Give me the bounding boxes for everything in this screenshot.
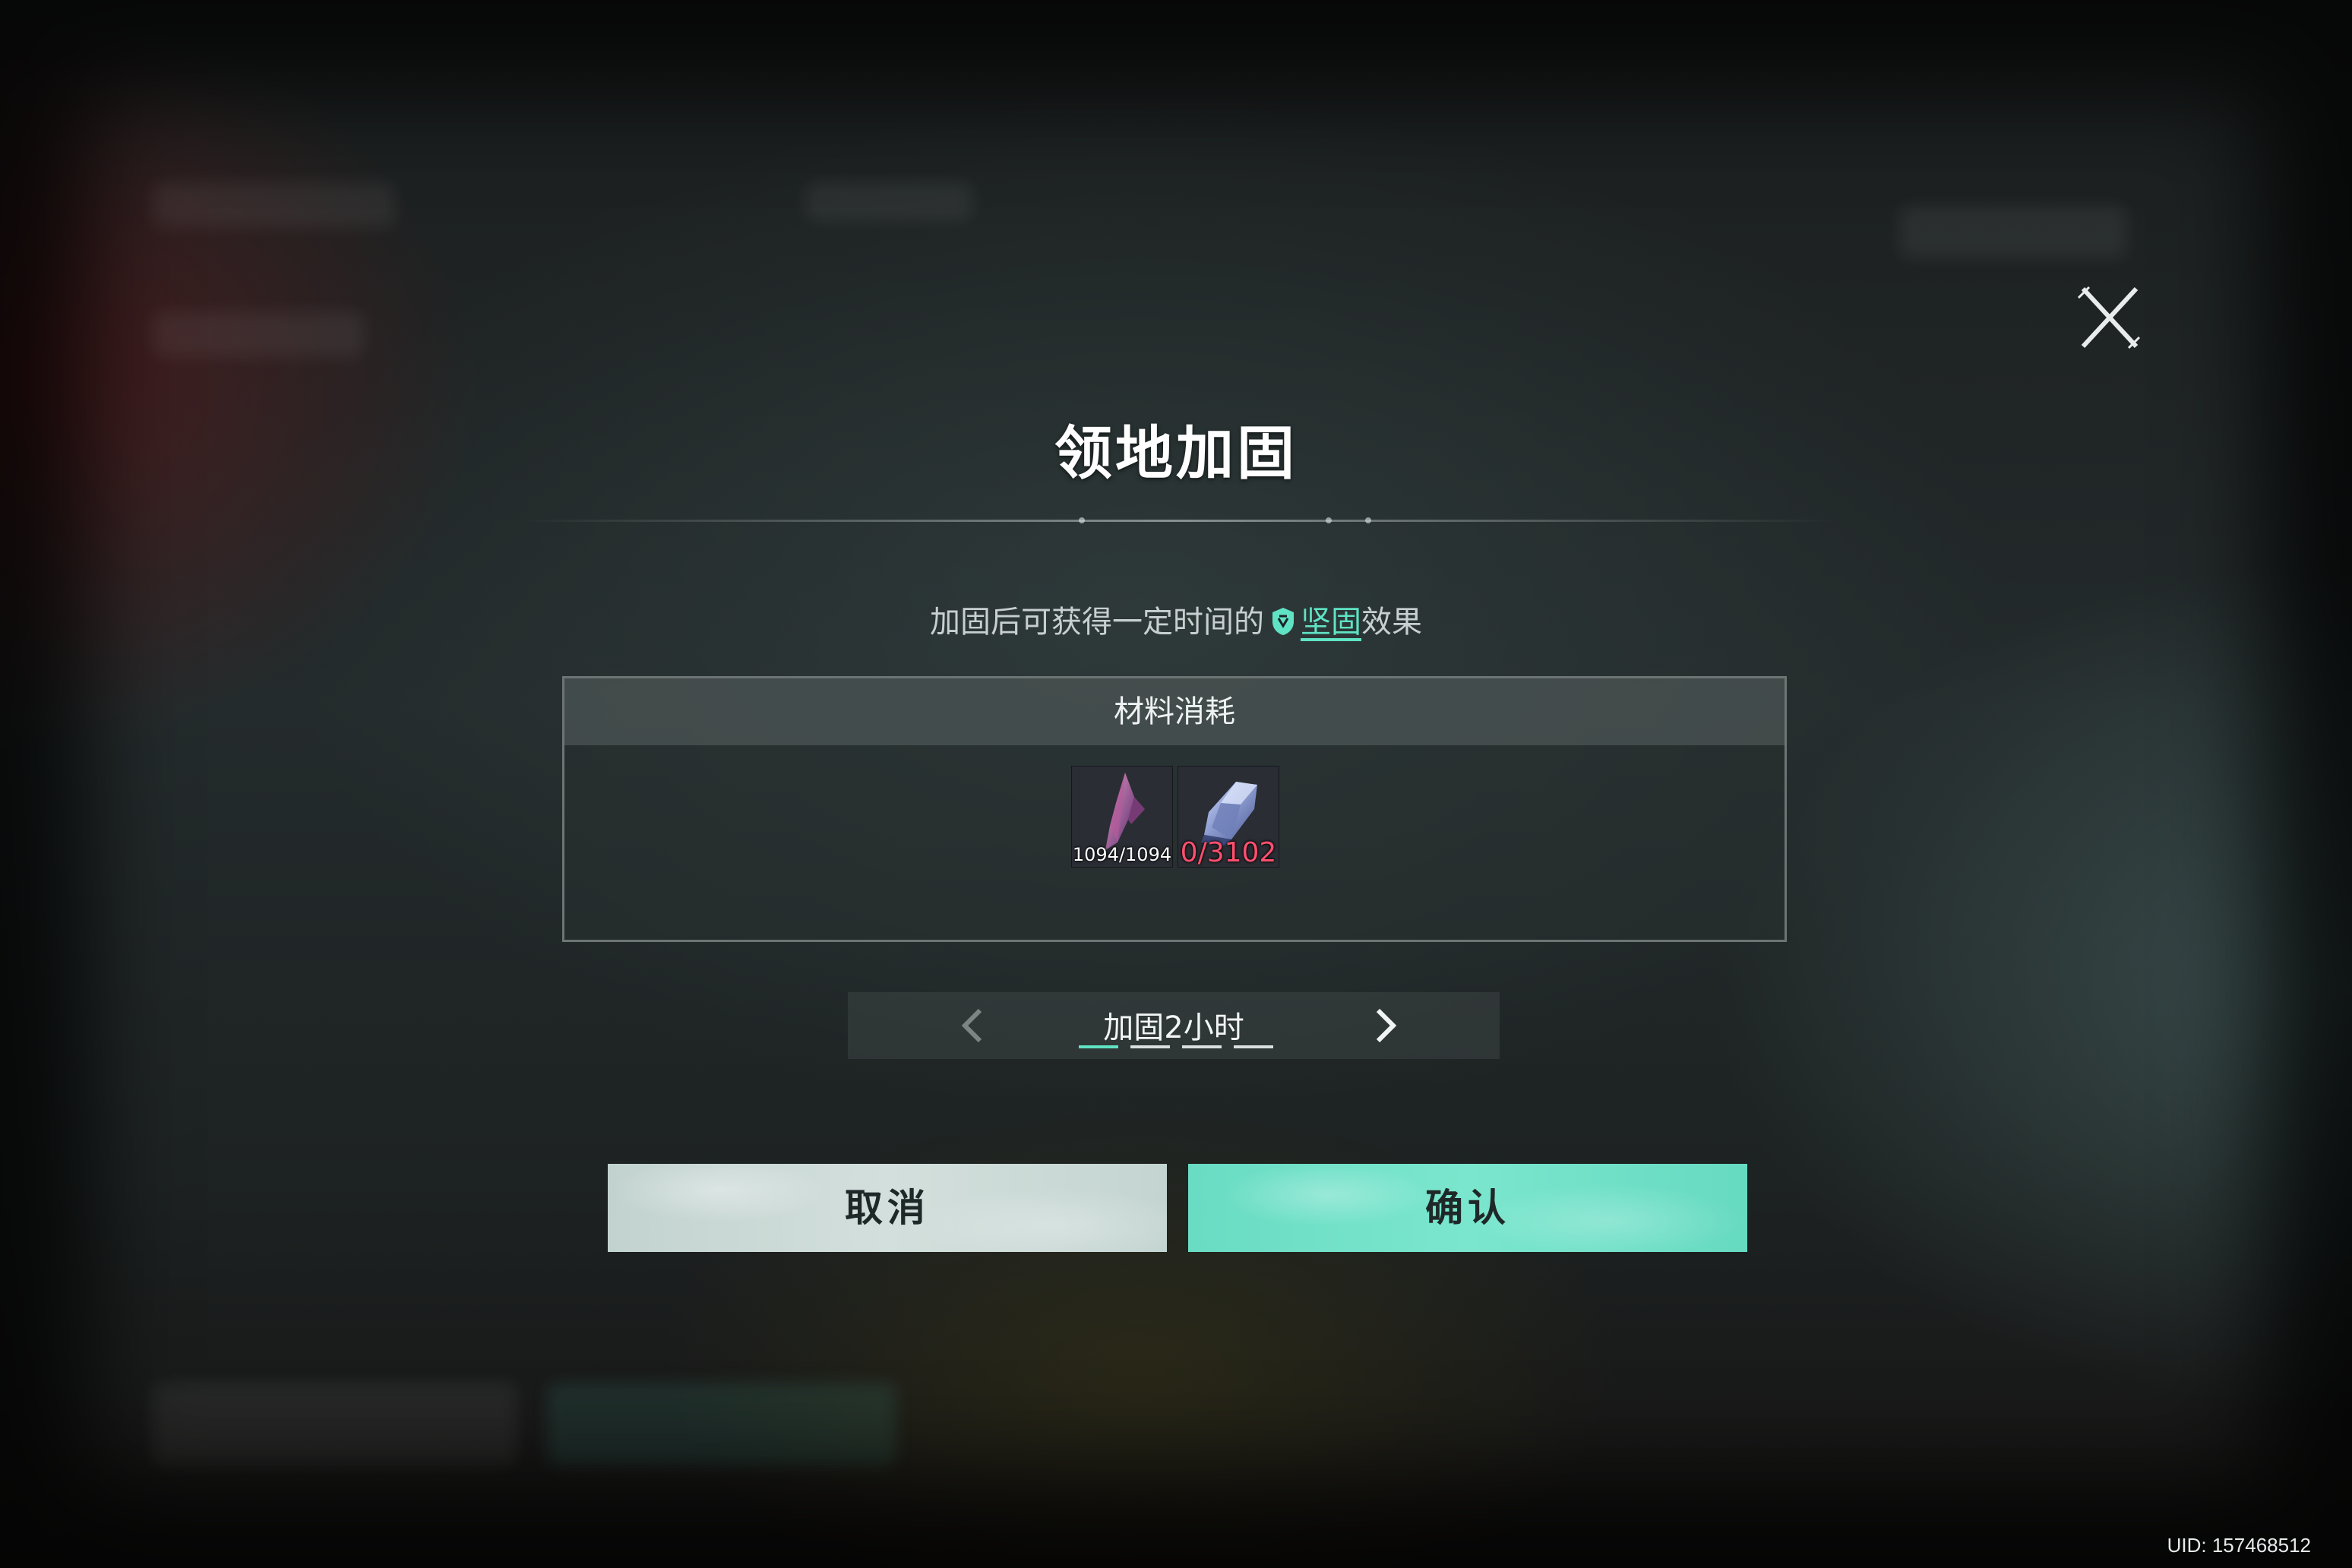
divider-dot: [1079, 517, 1085, 523]
description-prefix: 加固后可获得一定时间的: [930, 605, 1264, 640]
background-button-ghost: [547, 1383, 896, 1466]
next-duration-button[interactable]: [1364, 1006, 1404, 1045]
close-x-icon: [2077, 286, 2141, 349]
divider-dot: [1326, 517, 1332, 523]
cancel-button[interactable]: 取消: [608, 1164, 1167, 1252]
sturdy-effect-link[interactable]: 坚固: [1301, 605, 1361, 640]
background-text-ghost: [1899, 205, 2127, 258]
material-count: 0/3102: [1180, 837, 1277, 868]
title-divider: [517, 517, 1835, 523]
chevron-right-icon: [1376, 1008, 1397, 1043]
duration-selector: 加固2小时: [848, 992, 1500, 1059]
material-count: 1094/1094: [1072, 844, 1172, 865]
close-button[interactable]: [2072, 281, 2145, 354]
duration-indicator-dash: [1234, 1045, 1273, 1048]
background-button-ghost: [152, 1383, 517, 1466]
duration-indicator-dash: [1182, 1045, 1222, 1048]
shield-icon: [1270, 606, 1296, 637]
duration-page-indicator: [1079, 1045, 1273, 1048]
material-item-crystal[interactable]: 1094/1094: [1072, 767, 1172, 867]
description-suffix: 效果: [1361, 605, 1422, 640]
confirm-button[interactable]: 确认: [1188, 1164, 1747, 1252]
background-text-ghost: [805, 182, 972, 220]
divider-dot: [1365, 517, 1371, 523]
materials-panel: 材料消耗 1094/1094 0/3102: [562, 676, 1787, 942]
user-id: UID: 157468512: [2167, 1534, 2311, 1557]
materials-header: 材料消耗: [564, 678, 1785, 745]
dialog-description: 加固后可获得一定时间的 坚固效果: [0, 597, 2352, 641]
background-text-ghost: [152, 182, 395, 228]
duration-indicator-dash: [1130, 1045, 1170, 1048]
duration-indicator-dash: [1079, 1045, 1118, 1048]
background-text-ghost: [152, 311, 365, 357]
dialog-title: 领地加固: [1054, 419, 1298, 487]
material-list: 1094/1094 0/3102: [1072, 767, 1279, 868]
material-item-ore[interactable]: 0/3102: [1178, 767, 1279, 868]
